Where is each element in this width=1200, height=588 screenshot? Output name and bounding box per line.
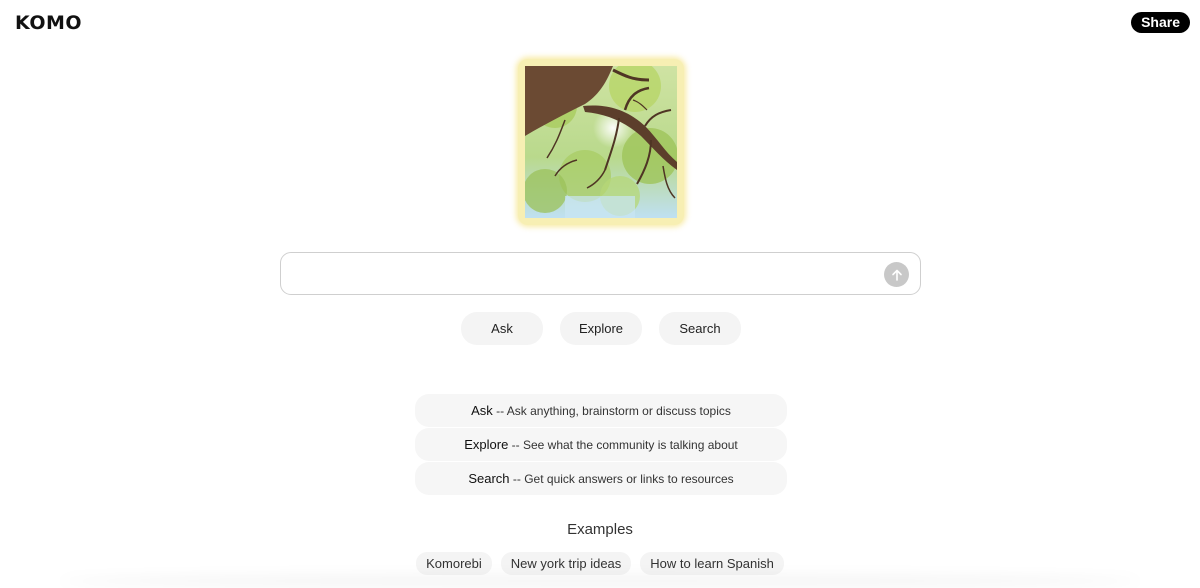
ask-mode-button[interactable]: Ask (461, 312, 543, 345)
description-ask: Ask -- Ask anything, brainstorm or discu… (415, 394, 787, 427)
share-button[interactable]: Share (1131, 12, 1190, 33)
description-term: Search (468, 471, 510, 486)
examples-list: Komorebi New york trip ideas How to lear… (0, 552, 1200, 575)
example-chip-komorebi[interactable]: Komorebi (416, 552, 492, 575)
example-chip-spanish[interactable]: How to learn Spanish (640, 552, 784, 575)
description-term: Explore (464, 437, 509, 452)
bottom-shadow (60, 574, 1140, 588)
search-mode-button[interactable]: Search (659, 312, 741, 345)
description-separator: -- (509, 472, 525, 486)
description-search: Search -- Get quick answers or links to … (415, 462, 787, 495)
search-box[interactable] (280, 252, 921, 296)
example-chip-new-york[interactable]: New york trip ideas (500, 552, 632, 575)
komo-logo[interactable]: KOMO (15, 12, 82, 34)
description-explore: Explore -- See what the community is tal… (415, 428, 787, 461)
submit-button[interactable] (884, 262, 909, 287)
description-separator: -- (492, 404, 507, 418)
description-text: See what the community is talking about (522, 438, 738, 452)
description-term: Ask (471, 403, 493, 418)
hero-image (518, 59, 684, 225)
komorebi-tree-illustration (525, 66, 677, 218)
description-text: Get quick answers or links to resources (524, 472, 734, 486)
mode-selector: Ask Explore Search (0, 312, 1200, 345)
mode-descriptions: Ask -- Ask anything, brainstorm or discu… (415, 394, 787, 496)
examples-heading: Examples (567, 521, 633, 538)
search-input[interactable] (295, 253, 884, 296)
description-text: Ask anything, brainstorm or discuss topi… (506, 404, 731, 418)
description-separator: -- (508, 438, 523, 452)
explore-mode-button[interactable]: Explore (560, 312, 642, 345)
arrow-up-icon (891, 269, 902, 281)
